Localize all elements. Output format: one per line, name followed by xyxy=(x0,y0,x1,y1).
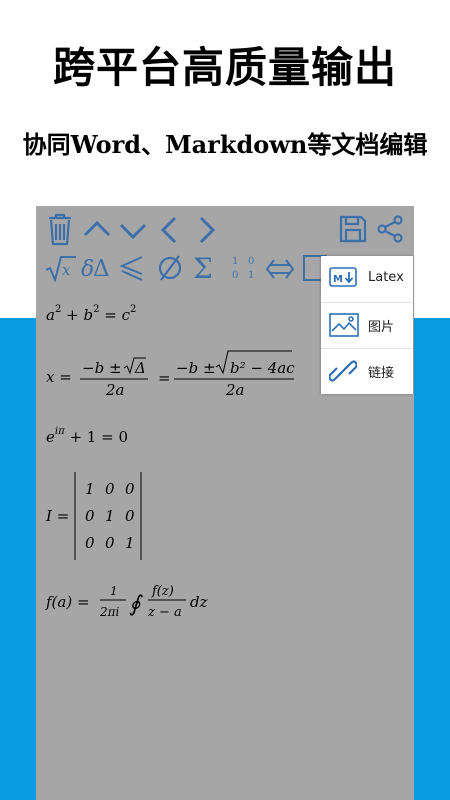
chevron-left-icon[interactable] xyxy=(160,216,178,244)
double-arrow-icon[interactable] xyxy=(265,258,295,280)
svg-text:1: 1 xyxy=(105,507,115,525)
chevron-up-icon[interactable] xyxy=(83,220,111,238)
formula-cauchy-integral[interactable]: f(a) = 1 2πi ∮ f(z) z − a dz xyxy=(44,578,244,628)
matrix-icon[interactable]: 1 0 0 1 xyxy=(228,253,258,283)
svg-text:−b ±: −b ± xyxy=(176,359,216,377)
svg-text:−b ±: −b ± xyxy=(82,359,122,377)
svg-text:x =: x = xyxy=(46,368,72,386)
promo-title: 跨平台高质量输出 xyxy=(52,43,397,92)
formula-pythagoras[interactable]: a2 + b2 = c2 xyxy=(46,304,136,324)
matrix-digit: 0 xyxy=(232,270,238,281)
svg-text:1: 1 xyxy=(110,584,118,598)
svg-text:I =: I = xyxy=(45,507,69,525)
svg-text:x: x xyxy=(62,261,71,279)
svg-text:∮: ∮ xyxy=(129,592,143,617)
svg-text:f(z): f(z) xyxy=(151,584,174,599)
formula-euler[interactable]: eiπ + 1 = 0 xyxy=(46,426,128,446)
svg-text:0: 0 xyxy=(85,534,95,552)
less-equal-icon[interactable] xyxy=(118,254,146,282)
formula-quadratic[interactable]: x = −b ± Δ 2a = −b ± b² − 4ac 2a xyxy=(44,346,314,401)
svg-text:Σ: Σ xyxy=(193,253,213,283)
svg-text:1: 1 xyxy=(125,534,135,552)
svg-text:0: 0 xyxy=(125,507,135,525)
svg-text:Δ: Δ xyxy=(134,359,146,377)
svg-text:2a: 2a xyxy=(225,381,245,399)
image-icon xyxy=(329,313,359,341)
svg-text:0: 0 xyxy=(105,480,115,498)
link-icon xyxy=(328,359,358,387)
sigma-icon[interactable]: Σ xyxy=(192,253,222,283)
svg-text:0: 0 xyxy=(125,480,135,498)
empty-set-icon[interactable] xyxy=(156,253,184,283)
insert-menu: M Latex 图片 链接 xyxy=(321,256,413,394)
svg-text:2a: 2a xyxy=(105,381,125,399)
sqrt-icon[interactable]: x xyxy=(45,254,77,282)
matrix-digit: 1 xyxy=(232,256,238,267)
menu-item-label: 图片 xyxy=(368,320,395,335)
menu-item-label: Latex xyxy=(368,270,404,285)
menu-item-link[interactable]: 链接 xyxy=(321,348,413,394)
matrix-digit: 0 xyxy=(248,256,254,267)
menu-item-label: 链接 xyxy=(368,366,395,381)
svg-text:Δ: Δ xyxy=(93,256,110,282)
promo-subtitle: 协同Word、Markdown等文档编辑 xyxy=(22,130,428,159)
menu-item-image[interactable]: 图片 xyxy=(321,302,413,349)
chevron-right-icon[interactable] xyxy=(198,216,216,244)
menu-item-latex[interactable]: M Latex xyxy=(321,256,413,303)
formula-identity-matrix[interactable]: I = 1 0 0 0 1 0 0 0 1 xyxy=(44,470,174,562)
svg-text:b² − 4ac: b² − 4ac xyxy=(230,359,295,377)
delta-icon[interactable]: δ Δ xyxy=(81,252,113,282)
markdown-icon: M xyxy=(329,267,357,291)
svg-text:1: 1 xyxy=(85,480,95,498)
svg-text:f(a) =: f(a) = xyxy=(45,593,90,611)
svg-text:z − a: z − a xyxy=(147,605,182,620)
svg-text:2πi: 2πi xyxy=(99,605,120,619)
chevron-down-icon[interactable] xyxy=(119,222,147,240)
svg-text:=: = xyxy=(158,369,171,387)
trash-icon[interactable] xyxy=(47,212,73,246)
share-icon[interactable] xyxy=(376,215,404,243)
svg-text:0: 0 xyxy=(105,534,115,552)
svg-text:M: M xyxy=(333,274,343,285)
svg-text:dz: dz xyxy=(190,593,208,611)
save-icon[interactable] xyxy=(339,215,367,243)
svg-text:0: 0 xyxy=(85,507,95,525)
matrix-digit: 1 xyxy=(248,270,254,281)
